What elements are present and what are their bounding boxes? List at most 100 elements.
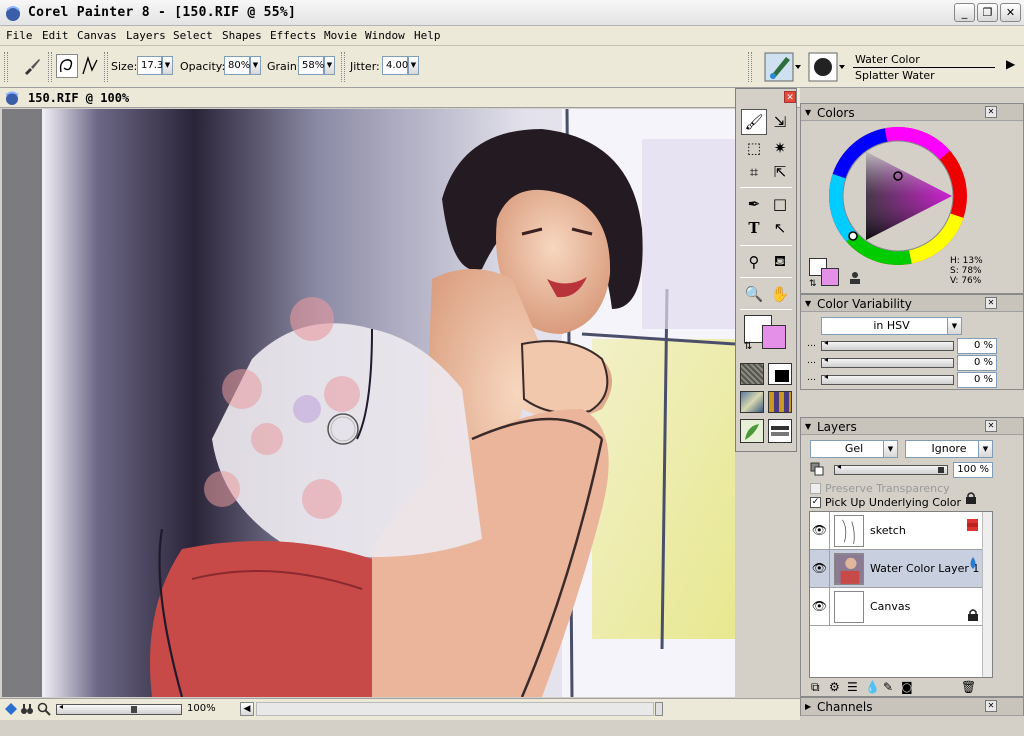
brush-category-icon[interactable] [764,51,802,83]
toolbox-close-icon[interactable]: ✕ [784,91,796,103]
colors-palette-header[interactable]: ▼ Colors ✕ [801,104,1023,121]
menu-canvas[interactable]: Canvas [77,29,117,42]
toolbar-grip[interactable] [748,52,752,82]
menu-edit[interactable]: Edit [42,29,69,42]
text-tool-icon[interactable]: T [741,215,767,241]
size-field[interactable]: 17.3 [137,56,163,75]
layer-adjuster-tool-icon[interactable]: ⇲ [767,109,793,135]
crop-tool-icon[interactable]: ⌗ [741,159,767,185]
menu-movie[interactable]: Movie [324,29,357,42]
menu-effects[interactable]: Effects [270,29,316,42]
brush-selector-arrow-icon[interactable]: ▶ [1006,57,1015,71]
layers-palette-header[interactable]: ▼ Layers ✕ [801,418,1023,435]
zoom-icon[interactable] [37,702,51,716]
layers-palette-close-icon[interactable]: ✕ [985,420,997,432]
layer-opacity-slider[interactable]: ◂ [834,462,948,475]
restore-button[interactable]: ❐ [977,3,998,22]
pen-tool-icon[interactable]: ✒ [741,191,767,217]
visibility-eye-icon[interactable]: 👁 [810,550,830,587]
brush-variant-icon[interactable] [808,51,846,83]
layers-scrollbar[interactable] [982,512,992,677]
menu-file[interactable]: File [6,29,33,42]
scroll-left-button[interactable]: ◀ [240,702,254,716]
h-variability-value[interactable]: 0 % [957,338,997,354]
selection-adjuster-tool-icon[interactable]: ⇱ [767,159,793,185]
pattern-selector-icon[interactable] [740,391,764,413]
jitter-field[interactable]: 4.00 [382,56,408,75]
stroke-freehand-icon[interactable] [56,54,78,78]
menu-shapes[interactable]: Shapes [222,29,262,42]
close-button[interactable]: ✕ [1000,3,1021,22]
collapse-triangle-icon[interactable]: ▼ [805,422,811,431]
new-layer-icon[interactable]: ☰ [847,680,858,694]
layer-commands-icon[interactable]: ⧉ [811,680,820,695]
channels-palette-close-icon[interactable]: ✕ [985,700,997,712]
magnifier-tool-icon[interactable]: 🔍 [741,281,767,307]
new-liquid-ink-layer-icon[interactable]: ✎ [883,680,893,694]
variability-mode-select[interactable]: in HSV ▼ [821,317,962,335]
nozzle-selector-icon[interactable] [740,419,764,443]
opacity-dropdown[interactable]: ▼ [250,56,261,75]
collapse-triangle-icon[interactable]: ▼ [805,299,811,308]
look-selector-icon[interactable] [768,419,792,443]
v-variability-slider[interactable]: ◂ [821,372,954,385]
rectangle-shape-tool-icon[interactable]: □ [767,191,793,217]
v-variability-value[interactable]: 0 % [957,372,997,388]
layer-row-sketch[interactable]: 👁 sketch [810,512,982,550]
binoculars-icon[interactable] [20,702,34,716]
additional-color-swatch[interactable] [762,325,786,349]
layer-row-water-color-layer-1[interactable]: 👁 Water Color Layer 1 [810,550,982,588]
slider-thumb-icon[interactable]: ◂ [824,372,828,381]
scroll-thumb[interactable] [655,702,663,716]
channels-palette-header[interactable]: ▶ Channels ✕ [801,698,1023,716]
slider-thumb-icon[interactable]: ◂ [824,355,828,364]
color-variability-close-icon[interactable]: ✕ [985,297,997,309]
delete-layer-icon[interactable]: 🗑 [961,680,976,694]
create-layer-mask-icon[interactable]: ◙ [901,680,913,694]
collapse-triangle-icon[interactable]: ▼ [805,108,811,117]
magic-wand-tool-icon[interactable]: ✷ [767,135,793,161]
clone-color-stamp-icon[interactable] [847,270,863,286]
grain-field[interactable]: 58% [298,56,324,75]
gradient-selector-icon[interactable] [768,363,792,385]
zoom-slider-thumb[interactable] [131,706,137,713]
toolbar-grip[interactable] [341,52,345,82]
jitter-dropdown[interactable]: ▼ [408,56,419,75]
grain-dropdown[interactable]: ▼ [324,56,335,75]
color-wheel[interactable] [826,124,970,268]
pick-up-underlying-checkbox[interactable]: ✓ [810,497,821,508]
paint-bucket-tool-icon[interactable]: ⛾ [767,249,793,275]
toolbar-grip[interactable] [104,52,108,82]
painting-image[interactable] [42,109,735,697]
menu-select[interactable]: Select [173,29,213,42]
new-watercolor-layer-icon[interactable]: 💧 [865,680,880,694]
rectangular-selection-tool-icon[interactable]: ⬚ [741,135,767,161]
menu-layers[interactable]: Layers [126,29,166,42]
s-variability-value[interactable]: 0 % [957,355,997,371]
swap-colors-icon[interactable]: ⇅ [744,341,752,352]
menu-help[interactable]: Help [414,29,441,42]
brush-variant-name[interactable]: Splatter Water [855,69,935,82]
zoom-slider[interactable]: ◂ [56,702,182,715]
toolbar-grip[interactable] [4,52,8,82]
size-dropdown[interactable]: ▼ [162,56,173,75]
layer-opacity-value[interactable]: 100 % [953,462,993,478]
brush-icon[interactable] [22,56,42,76]
horizontal-scrollbar[interactable] [256,702,654,716]
minimize-button[interactable]: _ [954,3,975,22]
visibility-eye-icon[interactable]: 👁 [810,588,830,625]
brush-category-name[interactable]: Water Color [855,53,920,66]
additional-color-swatch[interactable] [821,268,839,286]
menu-window[interactable]: Window [365,29,405,42]
color-variability-header[interactable]: ▼ Color Variability ✕ [801,295,1023,312]
toolbar-grip[interactable] [48,52,52,82]
brush-tool-icon[interactable]: 🖌 [741,109,767,135]
zoom-left-arrow-icon[interactable]: ◂ [59,702,63,711]
shape-selection-tool-icon[interactable]: ↖ [767,215,793,241]
slider-thumb[interactable] [938,467,944,473]
dynamic-plugins-icon[interactable]: ⚙ [829,680,840,694]
preserve-transparency-checkbox[interactable] [810,483,821,494]
lock-icon[interactable] [964,491,978,505]
layer-row-canvas[interactable]: 👁 Canvas [810,588,982,626]
swap-colors-icon[interactable]: ⇅ [809,279,817,289]
